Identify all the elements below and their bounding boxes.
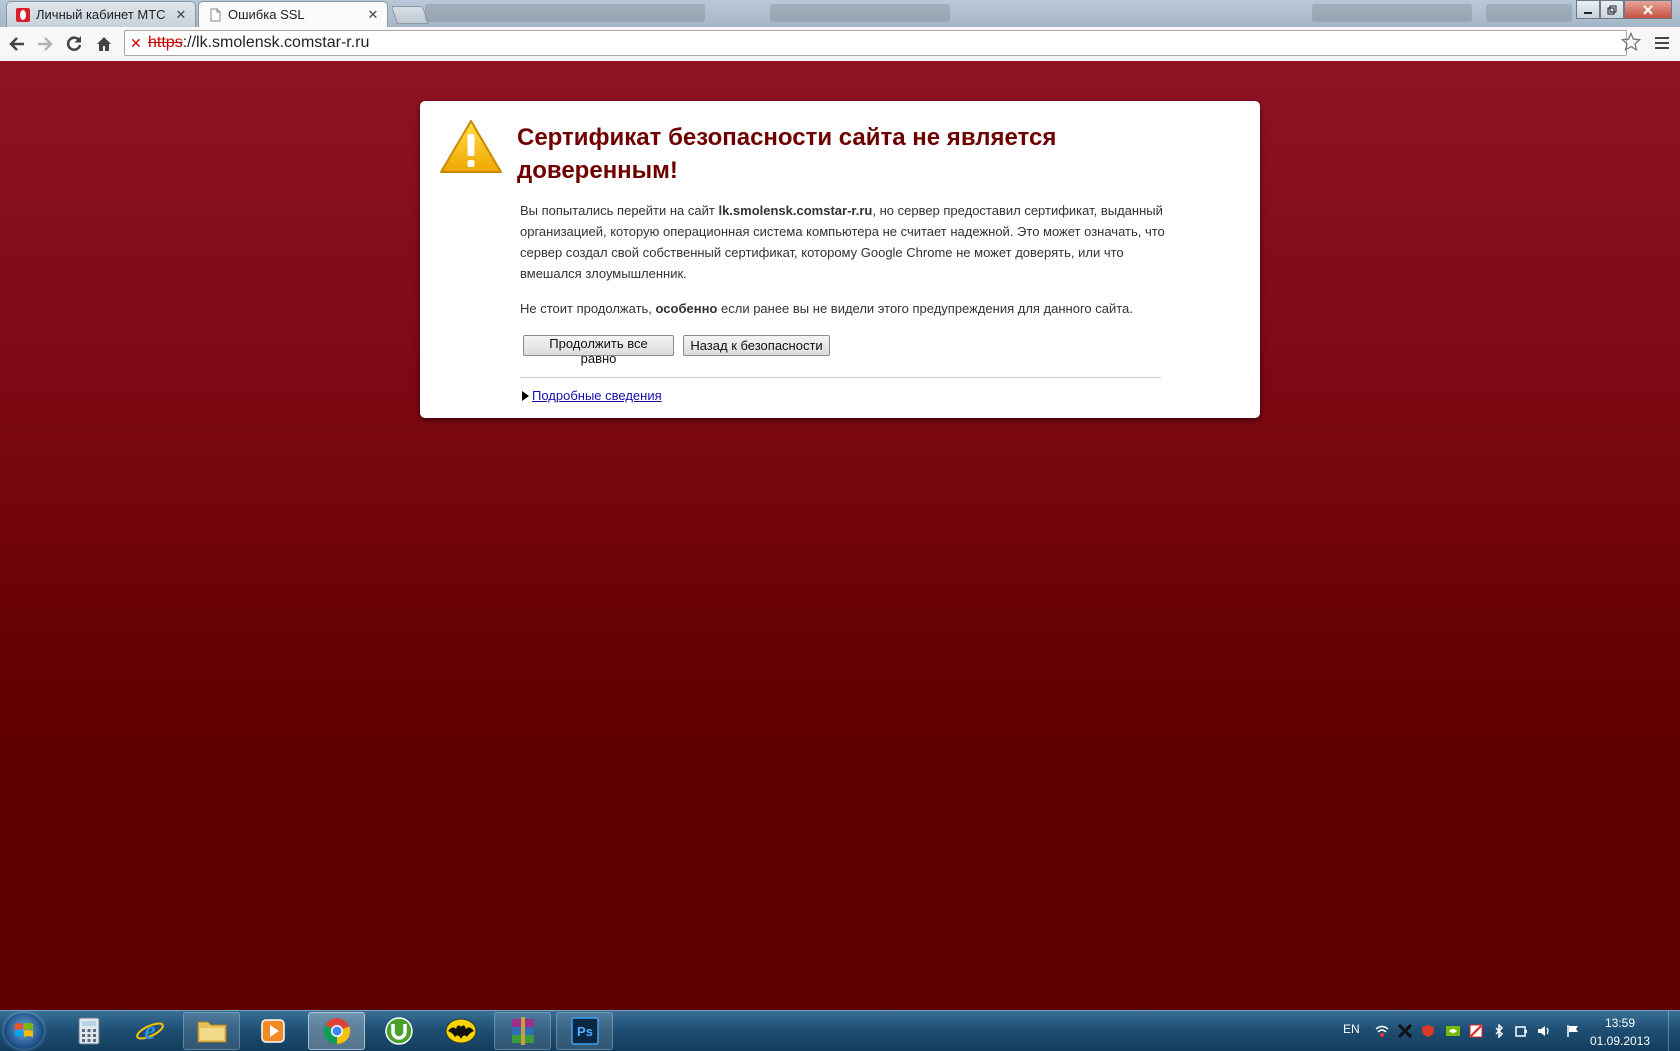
url-scheme: https xyxy=(148,34,183,51)
address-bar[interactable]: ✕ https://lk.smolensk.comstar-r.ru xyxy=(124,30,1627,56)
back-to-safety-button[interactable]: Назад к безопасности xyxy=(683,335,830,356)
details-toggle[interactable]: Подробные сведения xyxy=(522,388,662,404)
home-icon xyxy=(97,37,111,51)
background-window-blur xyxy=(1486,4,1572,22)
taskbar-the-bat[interactable] xyxy=(432,1012,489,1050)
url-host: lk.smolensk.comstar-r.ru xyxy=(196,34,370,51)
svg-text:e: e xyxy=(144,1016,156,1045)
url-separator: :// xyxy=(182,34,197,51)
chrome-icon xyxy=(323,1018,350,1045)
photoshop-icon: Ps xyxy=(570,1017,599,1045)
close-window-button[interactable] xyxy=(1624,0,1672,19)
home-button[interactable] xyxy=(92,32,116,56)
chrome-menu-icon[interactable] xyxy=(1654,35,1670,51)
svg-text:Ps: Ps xyxy=(577,1024,593,1039)
expand-triangle-icon xyxy=(522,391,529,401)
utorrent-icon xyxy=(384,1017,413,1045)
calculator-icon xyxy=(78,1017,99,1045)
tab-title: Ошибка SSL xyxy=(228,7,305,22)
show-desktop-button[interactable] xyxy=(1668,1011,1680,1051)
windows-taskbar: e Ps EN 13:59 01.09.2013 xyxy=(0,1010,1680,1051)
close-icon xyxy=(1643,4,1653,15)
windows-logo-icon xyxy=(15,1023,33,1037)
bat-mail-icon xyxy=(445,1018,476,1044)
taskbar-winrar[interactable] xyxy=(494,1012,551,1050)
tab-close-icon[interactable]: ✕ xyxy=(365,7,381,23)
background-window-blur xyxy=(425,4,705,22)
ssl-warning-card: Сертификат безопасности сайта не являетс… xyxy=(420,101,1260,418)
opera-favicon-icon xyxy=(16,7,30,22)
advice-emphasis: особенно xyxy=(655,301,718,316)
warning-advice: Не стоит продолжать, особенно если ранее… xyxy=(520,298,1200,319)
tab-mts-cabinet[interactable]: Личный кабинет МТС ✕ xyxy=(6,1,196,27)
background-window-blur xyxy=(1312,4,1472,22)
tab-close-icon[interactable]: ✕ xyxy=(173,7,189,23)
divider xyxy=(520,377,1161,378)
description-host: lk.smolensk.comstar-r.ru xyxy=(718,203,873,218)
minimize-icon xyxy=(1584,11,1592,14)
advice-text: Не стоит продолжать, xyxy=(520,301,656,316)
arrow-right-icon xyxy=(38,37,53,51)
taskbar-media-player[interactable] xyxy=(244,1012,301,1050)
tab-title: Личный кабинет МТС xyxy=(36,7,166,22)
background-window-blur xyxy=(770,4,950,22)
nvidia-icon[interactable] xyxy=(1446,1024,1460,1038)
restore-icon xyxy=(1607,5,1617,14)
input-language[interactable]: EN xyxy=(1343,1022,1360,1036)
reload-icon xyxy=(66,36,82,51)
details-link[interactable]: Подробные сведения xyxy=(532,388,662,404)
page-favicon-icon xyxy=(210,8,221,21)
clock-date[interactable]: 01.09.2013 xyxy=(1586,1034,1654,1048)
taskbar-photoshop[interactable]: Ps xyxy=(556,1012,613,1050)
start-button[interactable] xyxy=(4,1013,44,1049)
bookmark-star-icon[interactable] xyxy=(1621,32,1641,52)
ssl-error-icon: ✕ xyxy=(130,34,142,51)
reload-button[interactable] xyxy=(62,32,86,56)
action-center-flag-icon[interactable] xyxy=(1566,1024,1580,1038)
internet-explorer-icon: e xyxy=(135,1016,164,1045)
browser-toolbar: ✕ https://lk.smolensk.comstar-r.ru xyxy=(0,27,1680,62)
antivirus-shield-icon[interactable] xyxy=(1421,1024,1435,1038)
volume-icon[interactable] xyxy=(1537,1024,1551,1038)
bluetooth-icon[interactable] xyxy=(1492,1024,1506,1038)
tray-utility-icon[interactable] xyxy=(1469,1024,1483,1038)
address-url: https://lk.smolensk.comstar-r.ru xyxy=(148,34,369,52)
clock-time[interactable]: 13:59 xyxy=(1590,1016,1650,1030)
minimize-button[interactable] xyxy=(1576,0,1600,19)
taskbar-explorer[interactable] xyxy=(183,1012,240,1050)
warning-description: Вы попытались перейти на сайт lk.smolens… xyxy=(520,200,1170,284)
taskbar-calculator[interactable] xyxy=(60,1012,117,1050)
maximize-button[interactable] xyxy=(1600,0,1624,19)
network-icon[interactable] xyxy=(1375,1024,1389,1038)
folder-icon xyxy=(197,1021,226,1043)
media-player-icon xyxy=(260,1019,285,1043)
tab-ssl-error[interactable]: Ошибка SSL ✕ xyxy=(198,1,388,27)
description-text: Вы попытались перейти на сайт xyxy=(520,203,719,218)
proceed-anyway-button[interactable]: Продолжить все равно xyxy=(523,335,674,366)
page-title: Сертификат безопасности сайта не являетс… xyxy=(517,124,1057,184)
forward-button[interactable] xyxy=(33,32,57,56)
power-icon[interactable] xyxy=(1514,1024,1528,1038)
taskbar-chrome[interactable] xyxy=(308,1012,365,1050)
arrow-left-icon xyxy=(9,37,24,51)
new-tab-button[interactable] xyxy=(390,6,430,24)
back-button[interactable] xyxy=(5,32,29,56)
taskbar-internet-explorer[interactable]: e xyxy=(121,1012,178,1050)
window-titlebar: Личный кабинет МТС ✕ Ошибка SSL ✕ xyxy=(0,0,1680,27)
winrar-icon xyxy=(511,1017,534,1045)
advice-text: если ранее вы не видели этого предупрежд… xyxy=(717,301,1133,316)
page-background: Сертификат безопасности сайта не являетс… xyxy=(0,61,1680,1010)
warning-icon xyxy=(440,120,502,173)
tray-app-icon[interactable] xyxy=(1398,1024,1412,1038)
taskbar-utorrent[interactable] xyxy=(370,1012,427,1050)
